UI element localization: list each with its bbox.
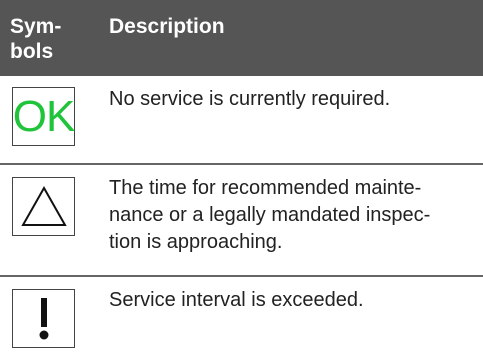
- row-description: Service interval is exceeded.: [109, 289, 364, 311]
- triangle-svg: [20, 185, 67, 226]
- ok-icon: OK: [12, 87, 75, 146]
- symbol-cell: [0, 165, 99, 275]
- ok-symbol-text: OK: [12, 91, 76, 141]
- table-header: Sym- bols Description: [0, 0, 483, 76]
- description-cell: The time for recommended mainte- nance o…: [99, 165, 483, 275]
- description-column-header: Description: [99, 0, 483, 76]
- symbol-cell: [0, 277, 99, 357]
- triangle-warning-icon: [12, 177, 75, 236]
- row-description: No service is currently required.: [109, 88, 391, 110]
- service-symbols-table: Sym- bols Description OK No service is c…: [0, 0, 483, 357]
- table-row: OK No service is currently required.: [0, 76, 483, 165]
- description-cell: Service interval is exceeded.: [99, 277, 483, 357]
- symbols-column-header: Sym- bols: [0, 0, 99, 76]
- symbols-header-label: Sym- bols: [10, 15, 62, 63]
- exclamation-svg: [39, 297, 48, 339]
- description-header-label: Description: [109, 15, 225, 38]
- table-row: The time for recommended mainte- nance o…: [0, 165, 483, 277]
- exclamation-icon: [12, 289, 75, 348]
- symbol-cell: OK: [0, 76, 99, 163]
- row-description: The time for recommended mainte- nance o…: [109, 177, 431, 253]
- description-cell: No service is currently required.: [99, 76, 483, 163]
- table-row: Service interval is exceeded.: [0, 277, 483, 357]
